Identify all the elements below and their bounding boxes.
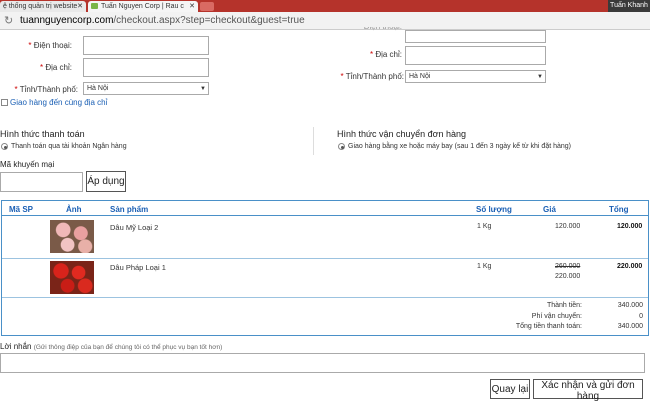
shipping-option-label: Giao hàng bằng xe hoặc máy bay (sau 1 đế… xyxy=(348,143,571,150)
right-phone-input[interactable] xyxy=(405,30,546,43)
payment-option-label: Thanh toán qua tài khoản Ngân hàng xyxy=(11,143,127,150)
apply-promo-button[interactable]: Áp dụng xyxy=(86,171,126,192)
ship-same-label[interactable]: Giao hàng đến cùng địa chỉ xyxy=(10,98,107,107)
row-divider xyxy=(2,297,648,298)
payment-title: Hình thức thanh toán xyxy=(0,129,85,139)
profile-badge[interactable]: Tuấn Khanh xyxy=(608,0,650,12)
product-image xyxy=(50,220,94,253)
tab-checkout[interactable]: Tuấn Nguyen Corp | Rau c ✕ xyxy=(88,1,198,12)
message-hint: (Gửi thông điệp của bạn để chúng tôi có … xyxy=(33,344,223,351)
tab-title: Tuấn Nguyen Corp | Rau c xyxy=(101,3,184,10)
chevron-down-icon: ▼ xyxy=(537,74,543,80)
payment-radio[interactable] xyxy=(1,143,8,150)
right-phone-label: Điện thoại: xyxy=(340,27,402,32)
address-bar: ↻ tuannguyencorp.com/checkout.aspx?step=… xyxy=(0,12,650,30)
url-domain: tuannguyencorp.com xyxy=(20,15,114,26)
row-divider xyxy=(2,215,648,216)
confirm-order-button[interactable]: Xác nhận và gửi đơn hàng xyxy=(533,379,643,402)
row-divider xyxy=(2,258,648,259)
close-icon[interactable]: ✕ xyxy=(189,1,195,12)
tab-admin[interactable]: ệ thống quản trị website ✕ xyxy=(0,1,86,12)
col-header-image: Ảnh xyxy=(66,205,82,214)
product-qty: 1 Kg xyxy=(477,263,492,270)
grand-total-label: Tổng tiền thanh toán: xyxy=(515,323,582,330)
phone-label: * Điện thoại: xyxy=(28,41,72,50)
phone-input[interactable] xyxy=(83,36,209,55)
shipping-radio[interactable] xyxy=(338,143,345,150)
message-label-text: Lời nhắn xyxy=(0,342,32,351)
grand-total-value: 340.000 xyxy=(617,323,643,330)
shipping-title: Hình thức vận chuyển đơn hàng xyxy=(337,129,467,139)
url-path: /checkout.aspx?step=checkout&guest=true xyxy=(113,15,305,26)
product-price: 120.000 xyxy=(555,223,581,230)
back-button[interactable]: Quay lại xyxy=(490,379,530,399)
address-input[interactable] xyxy=(83,58,209,77)
right-city-select[interactable]: Hà Nội ▼ xyxy=(405,70,546,83)
message-label: Lời nhắn (Gửi thông điệp của bạn để chún… xyxy=(0,342,222,351)
subtotal-value: 340.000 xyxy=(617,302,643,309)
url-field[interactable]: tuannguyencorp.com/checkout.aspx?step=ch… xyxy=(20,15,305,26)
city-select[interactable]: Hà Nội ▼ xyxy=(83,82,209,95)
col-header-qty: Số lượng xyxy=(476,205,512,214)
product-name[interactable]: Dâu Mỹ Loại 2 xyxy=(110,223,158,232)
city-label: * Tỉnh/Thành phố: xyxy=(14,85,78,94)
message-textarea[interactable] xyxy=(0,353,645,373)
product-total: 220.000 xyxy=(617,263,643,270)
shipping-fee-label: Phí vận chuyển: xyxy=(531,313,582,320)
reload-icon[interactable]: ↻ xyxy=(4,15,13,27)
col-header-price: Giá xyxy=(543,205,556,214)
divider xyxy=(313,127,314,155)
product-name[interactable]: Dâu Pháp Loại 1 xyxy=(110,263,166,272)
product-price: 220.000 xyxy=(555,273,581,280)
close-icon[interactable]: ✕ xyxy=(77,1,83,12)
subtotal-label: Thành tiền: xyxy=(546,302,582,309)
address-label: * Địa chỉ: xyxy=(39,63,72,72)
col-header-code: Mã SP xyxy=(9,205,34,214)
product-image xyxy=(50,261,94,294)
right-address-label: * Địa chỉ: xyxy=(369,50,402,59)
shipping-fee-value: 0 xyxy=(639,313,643,320)
tab-title: ệ thống quản trị website xyxy=(3,3,78,10)
promo-label: Mã khuyến mại xyxy=(0,160,55,169)
new-tab-button[interactable] xyxy=(200,2,214,11)
right-address-input[interactable] xyxy=(405,46,546,65)
browser-tab-bar: ệ thống quản trị website ✕ Tuấn Nguyen C… xyxy=(0,0,650,12)
col-header-total: Tổng xyxy=(609,205,629,214)
favicon-icon xyxy=(91,3,98,10)
product-total: 120.000 xyxy=(617,223,643,230)
col-header-product: Sản phẩm xyxy=(110,205,149,214)
promo-input[interactable] xyxy=(0,172,83,192)
right-city-label: * Tỉnh/Thành phố: xyxy=(340,72,404,81)
product-qty: 1 Kg xyxy=(477,223,492,230)
product-old-price: 260.000 xyxy=(555,263,581,270)
chevron-down-icon: ▼ xyxy=(200,86,206,92)
ship-same-checkbox[interactable] xyxy=(1,99,8,106)
